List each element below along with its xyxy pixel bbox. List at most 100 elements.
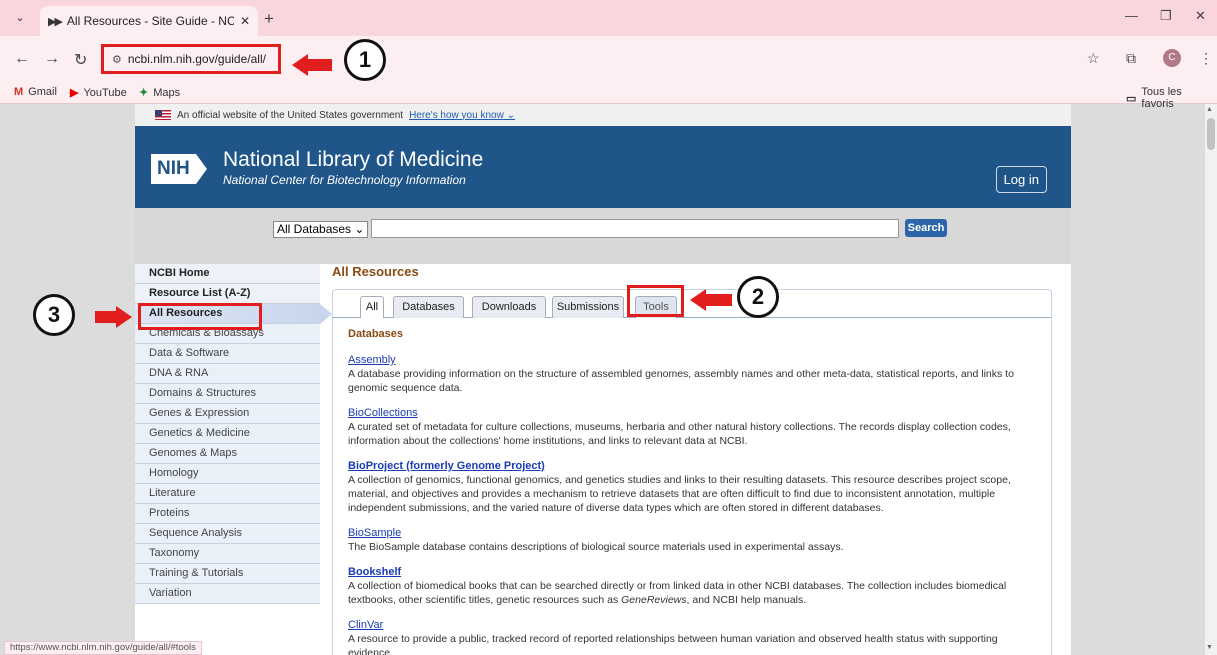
list-item: Assembly A database providing informatio… xyxy=(348,354,1036,395)
close-window-icon[interactable]: ✕ xyxy=(1195,8,1206,24)
database-select[interactable]: All Databases ⌄ xyxy=(273,221,369,238)
arrow-3 xyxy=(95,306,132,328)
site-title[interactable]: National Library of Medicine xyxy=(223,148,483,172)
search-bar: All Databases ⌄ Search xyxy=(135,208,1071,264)
callout-3: 3 xyxy=(33,294,75,336)
page-scrollbar[interactable]: ▲ ▼ xyxy=(1205,104,1217,655)
list-item: BioSample The BioSample database contain… xyxy=(348,527,1036,554)
section-heading: Databases xyxy=(348,328,404,340)
gov-banner: An official website of the United States… xyxy=(135,104,1071,126)
sidebar-item-genetics[interactable]: Genetics & Medicine xyxy=(135,424,320,444)
how-you-know-label: Here's how you know xyxy=(409,109,504,121)
tab-submissions[interactable]: Submissions xyxy=(552,296,624,318)
bookmark-label: YouTube xyxy=(83,86,127,99)
resource-link[interactable]: BioProject (formerly Genome Project) xyxy=(348,460,1036,472)
browser-tab[interactable]: ▶▶ All Resources - Site Guide - NC ✕ xyxy=(40,6,258,36)
all-resources-highlight xyxy=(138,303,262,330)
active-pointer xyxy=(320,304,332,324)
resource-description: A collection of biomedical books that ca… xyxy=(348,579,1036,607)
profile-avatar[interactable]: C xyxy=(1163,49,1181,67)
menu-icon[interactable]: ⋮ xyxy=(1199,50,1213,67)
scroll-down-icon[interactable]: ▼ xyxy=(1206,644,1213,651)
list-item: ClinVar A resource to provide a public, … xyxy=(348,619,1036,655)
address-bar[interactable]: ⚙ ncbi.nlm.nih.gov/guide/all/ xyxy=(101,44,281,74)
sidebar-item-resource-list[interactable]: Resource List (A-Z) xyxy=(135,284,320,304)
sidebar-item-dna-rna[interactable]: DNA & RNA xyxy=(135,364,320,384)
nih-logo[interactable]: NIH xyxy=(151,152,207,186)
minimize-icon[interactable]: — xyxy=(1125,8,1138,23)
restore-icon[interactable]: ❐ xyxy=(1160,8,1172,24)
tab-all[interactable]: All xyxy=(360,296,384,318)
site-info-icon[interactable]: ⚙ xyxy=(112,53,122,66)
gmail-icon: M xyxy=(14,86,24,98)
resource-link[interactable]: Assembly xyxy=(348,354,1036,366)
sidebar-item-genes[interactable]: Genes & Expression xyxy=(135,404,320,424)
bookmark-star-icon[interactable]: ☆ xyxy=(1087,50,1100,67)
youtube-icon: ▶ xyxy=(70,87,79,99)
forward-icon[interactable]: → xyxy=(44,50,60,68)
reload-icon[interactable]: ↻ xyxy=(74,50,87,70)
resource-link[interactable]: ClinVar xyxy=(348,619,1036,631)
resource-description: A collection of genomics, functional gen… xyxy=(348,474,1011,514)
tab-favicon-icon: ▶▶ xyxy=(48,15,63,28)
sidebar-item-sequence[interactable]: Sequence Analysis xyxy=(135,524,320,544)
desc-part: , and NCBI help manuals. xyxy=(686,594,807,606)
sidebar-item-ncbi-home[interactable]: NCBI Home xyxy=(135,264,320,284)
scroll-up-icon[interactable]: ▲ xyxy=(1206,106,1213,113)
bookmark-maps[interactable]: ✦ Maps xyxy=(139,86,181,100)
sidebar-item-domains[interactable]: Domains & Structures xyxy=(135,384,320,404)
bookmark-gmail[interactable]: M Gmail xyxy=(14,86,57,98)
resource-description: A resource to provide a public, tracked … xyxy=(348,633,998,655)
scroll-thumb[interactable] xyxy=(1207,118,1215,150)
resource-link[interactable]: Bookshelf xyxy=(348,566,1036,578)
login-button[interactable]: Log in xyxy=(995,166,1047,193)
callout-1: 1 xyxy=(344,39,386,81)
site-subtitle: National Center for Biotechnology Inform… xyxy=(223,173,466,187)
sidebar-item-genomes[interactable]: Genomes & Maps xyxy=(135,444,320,464)
bookmark-label: Maps xyxy=(153,86,181,99)
tab-title: All Resources - Site Guide - NC xyxy=(66,14,234,28)
new-tab-button[interactable]: + xyxy=(264,9,274,29)
tools-highlight xyxy=(627,285,684,317)
tab-downloads[interactable]: Downloads xyxy=(472,296,546,318)
arrow-1 xyxy=(292,54,332,76)
bookmarks-bar: M Gmail ▶ YouTube ✦ Maps ▭ Tous les favo… xyxy=(0,82,1217,110)
url-text: ncbi.nlm.nih.gov/guide/all/ xyxy=(127,52,266,66)
resource-description: The BioSample database contains descript… xyxy=(348,541,844,553)
how-you-know-link[interactable]: Here's how you know ⌄ xyxy=(409,110,515,121)
sidebar-item-literature[interactable]: Literature xyxy=(135,484,320,504)
tab-strip: ⌄ ▶▶ All Resources - Site Guide - NC ✕ +… xyxy=(0,0,1217,36)
tab-databases[interactable]: Databases xyxy=(393,296,464,318)
sidebar-item-data-software[interactable]: Data & Software xyxy=(135,344,320,364)
resource-link[interactable]: BioCollections xyxy=(348,407,1036,419)
all-bookmarks[interactable]: ▭ Tous les favoris xyxy=(1126,86,1217,110)
close-tab-icon[interactable]: ✕ xyxy=(240,14,250,28)
resource-description: A database providing information on the … xyxy=(348,368,1014,394)
back-icon[interactable]: ← xyxy=(14,50,30,68)
resource-link[interactable]: BioSample xyxy=(348,527,1036,539)
nih-logo-text: NIH xyxy=(151,154,196,184)
database-select-value: All Databases xyxy=(277,222,352,236)
bookmark-youtube[interactable]: ▶ YouTube xyxy=(70,86,127,100)
folder-icon: ▭ xyxy=(1126,92,1137,105)
nih-chevron-icon xyxy=(195,154,207,184)
resource-description: A curated set of metadata for culture co… xyxy=(348,421,1011,447)
sidebar-item-proteins[interactable]: Proteins xyxy=(135,504,320,524)
search-button[interactable]: Search xyxy=(905,219,947,237)
list-item: BioProject (formerly Genome Project) A c… xyxy=(348,460,1036,515)
sidebar-item-taxonomy[interactable]: Taxonomy xyxy=(135,544,320,564)
arrow-2 xyxy=(690,289,732,311)
main-content: All Resources All Databases Downloads Su… xyxy=(332,264,1052,655)
gov-banner-text: An official website of the United States… xyxy=(177,109,404,121)
us-flag-icon xyxy=(155,110,171,120)
page-title: All Resources xyxy=(332,264,419,279)
chevron-down-icon[interactable]: ⌄ xyxy=(10,8,30,28)
sidebar-item-homology[interactable]: Homology xyxy=(135,464,320,484)
status-url: https://www.ncbi.nlm.nih.gov/guide/all/#… xyxy=(4,641,202,655)
extensions-icon[interactable]: ⧉ xyxy=(1126,50,1136,67)
search-input[interactable] xyxy=(371,219,899,238)
web-page: An official website of the United States… xyxy=(135,104,1071,655)
sidebar-item-training[interactable]: Training & Tutorials xyxy=(135,564,320,584)
list-item: Bookshelf A collection of biomedical boo… xyxy=(348,566,1036,607)
sidebar-item-variation[interactable]: Variation xyxy=(135,584,320,604)
